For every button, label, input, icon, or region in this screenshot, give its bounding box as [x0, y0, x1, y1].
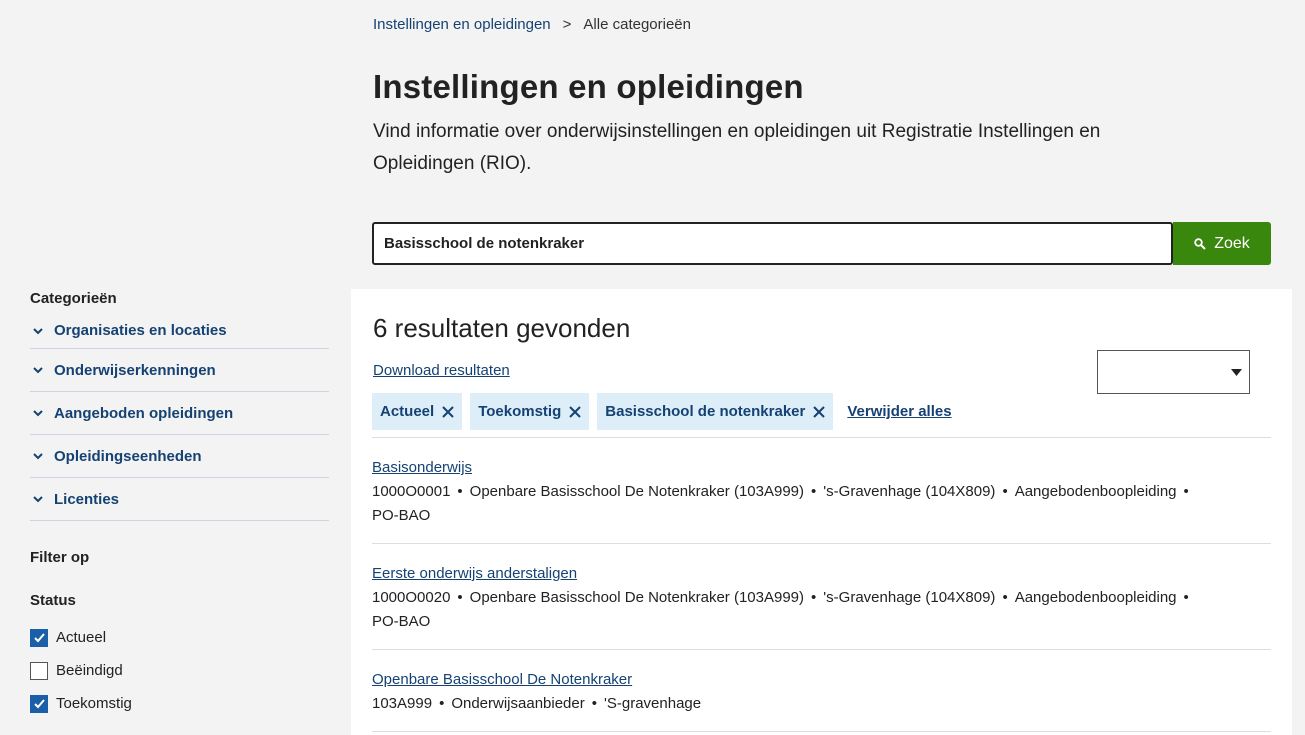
result-meta-location: 'S-gravenhage: [604, 695, 702, 712]
download-results-link[interactable]: Download resultaten: [373, 362, 510, 379]
sidebar: Categorieën Organisaties en locaties Ond…: [30, 290, 329, 720]
search-button[interactable]: Zoek: [1173, 222, 1271, 265]
category-label: Onderwijserkenningen: [54, 361, 216, 379]
bullet: •: [591, 695, 598, 712]
result-title-link[interactable]: Eerste onderwijs anderstaligen: [372, 565, 577, 582]
result-meta-type: Aangebodenboopleiding: [1014, 589, 1177, 606]
filter-chip-label: Toekomstig: [478, 403, 562, 420]
chevron-down-icon: [33, 496, 43, 503]
result-meta-location: 's-Gravenhage (104X809): [823, 589, 996, 606]
status-option-actueel[interactable]: Actueel: [30, 621, 329, 654]
status-option-toekomstig[interactable]: Toekomstig: [30, 687, 329, 720]
result-meta-sector: PO-BAO: [372, 507, 431, 524]
divider: [372, 731, 1271, 732]
result-meta-sector: PO-BAO: [372, 613, 431, 630]
close-icon[interactable]: [813, 405, 826, 418]
result-meta-code: 1000O0001: [372, 483, 451, 500]
result-meta: 1000O0001 • Openbare Basisschool De Notenk…: [372, 483, 1196, 524]
results-count: 6 resultaten gevonden: [373, 313, 631, 343]
result-meta: 1000O0020 • Openbare Basisschool De Notenk…: [372, 589, 1196, 630]
close-icon[interactable]: [442, 405, 454, 418]
status-option-beeindigd[interactable]: Beëindigd: [30, 654, 329, 687]
category-label: Licenties: [54, 490, 120, 508]
bullet: •: [1183, 589, 1189, 606]
filter-chip-actueel[interactable]: Actueel: [372, 393, 463, 430]
result-meta-type: Onderwijsaanbieder: [451, 695, 585, 712]
checkmark-icon: [33, 633, 45, 643]
divider: [372, 543, 1271, 544]
filter-chip-label: Basisschool de notenkraker: [605, 403, 806, 420]
category-label: Organisaties en locaties: [54, 322, 227, 339]
clear-all-filters-link[interactable]: Verwijder alles: [847, 403, 951, 420]
bullet: •: [1002, 483, 1008, 500]
divider: [372, 437, 1271, 438]
result-item: Openbare Basisschool De Notenkraker 103A…: [372, 668, 1232, 716]
filter-chip-search-term[interactable]: Basisschool de notenkraker: [597, 393, 834, 430]
bullet: •: [811, 589, 817, 606]
checkbox-label: Actueel: [56, 629, 107, 646]
checkbox-label: Beëindigd: [56, 662, 123, 679]
category-label: Aangeboden opleidingen: [54, 404, 234, 422]
bullet: •: [811, 483, 817, 500]
search-icon: [1194, 237, 1206, 250]
filter-chip-label: Actueel: [380, 403, 435, 420]
chevron-down-icon: [33, 327, 43, 334]
category-label: Opleidingseenheden: [54, 447, 202, 465]
category-list: Organisaties en locaties Onderwijserkenn…: [30, 313, 329, 521]
category-item-aangeboden-opleidingen[interactable]: Aangeboden opleidingen: [30, 392, 329, 435]
filter-chip-toekomstig[interactable]: Toekomstig: [470, 393, 590, 430]
bullet: •: [457, 483, 463, 500]
result-meta-provider: Openbare Basisschool De Notenkraker (103…: [469, 483, 805, 500]
chevron-down-icon: [33, 367, 43, 374]
checkbox-checked[interactable]: [30, 628, 48, 647]
search-input[interactable]: [372, 222, 1173, 265]
category-item-organisaties[interactable]: Organisaties en locaties: [30, 313, 329, 349]
results-panel: 6 resultaten gevonden Download resultate…: [351, 289, 1292, 735]
chevron-down-icon: [33, 453, 43, 460]
result-title-link[interactable]: Basisonderwijs: [372, 459, 472, 476]
bullet: •: [439, 695, 445, 712]
result-meta-code: 103A999: [372, 695, 433, 712]
category-item-licenties[interactable]: Licenties: [30, 478, 329, 521]
page-intro: Vind informatie over onderwijsinstelling…: [373, 121, 1101, 174]
chevron-down-icon: [33, 410, 43, 417]
result-title-link[interactable]: Openbare Basisschool De Notenkraker: [372, 671, 632, 688]
divider: [372, 649, 1271, 650]
result-item: Eerste onderwijs anderstaligen 1000O0020…: [372, 562, 1232, 634]
checkbox-checked[interactable]: [30, 694, 48, 713]
sort-select[interactable]: [1097, 350, 1250, 394]
filter-heading: Filter op: [30, 549, 90, 566]
breadcrumb: Instellingen en opleidingen > Alle categ…: [373, 16, 691, 33]
search-button-label: Zoek: [1214, 234, 1250, 252]
result-meta-type: Aangebodenboopleiding: [1014, 483, 1177, 500]
category-item-onderwijserkenningen[interactable]: Onderwijserkenningen: [30, 349, 329, 392]
checkbox-label: Toekomstig: [56, 695, 132, 712]
result-meta-code: 1000O0020: [372, 589, 451, 606]
checkbox-unchecked[interactable]: [30, 661, 48, 680]
page-title: Instellingen en opleidingen: [373, 68, 804, 105]
checkmark-icon: [33, 699, 45, 709]
breadcrumb-current: Alle categorieën: [583, 16, 691, 33]
status-heading: Status: [30, 592, 76, 609]
category-item-opleidingseenheden[interactable]: Opleidingseenheden: [30, 435, 329, 478]
breadcrumb-separator: >: [562, 16, 572, 33]
active-filters: Actueel Toekomstig Basisschool de notenk…: [372, 393, 952, 430]
bullet: •: [1183, 483, 1189, 500]
bullet: •: [1002, 589, 1008, 606]
caret-down-icon: [1231, 369, 1242, 376]
result-meta-location: 's-Gravenhage (104X809): [823, 483, 996, 500]
breadcrumb-link-home[interactable]: Instellingen en opleidingen: [373, 16, 551, 33]
categories-heading: Categorieën: [30, 290, 117, 307]
result-meta-provider: Openbare Basisschool De Notenkraker (103…: [469, 589, 805, 606]
result-meta: 103A999 • Onderwijsaanbieder • 'S-gravenhage: [372, 695, 701, 712]
result-item: Basisonderwijs 1000O0001 • Openbare Basiss…: [372, 456, 1232, 528]
close-icon[interactable]: [569, 405, 581, 418]
bullet: •: [457, 589, 463, 606]
